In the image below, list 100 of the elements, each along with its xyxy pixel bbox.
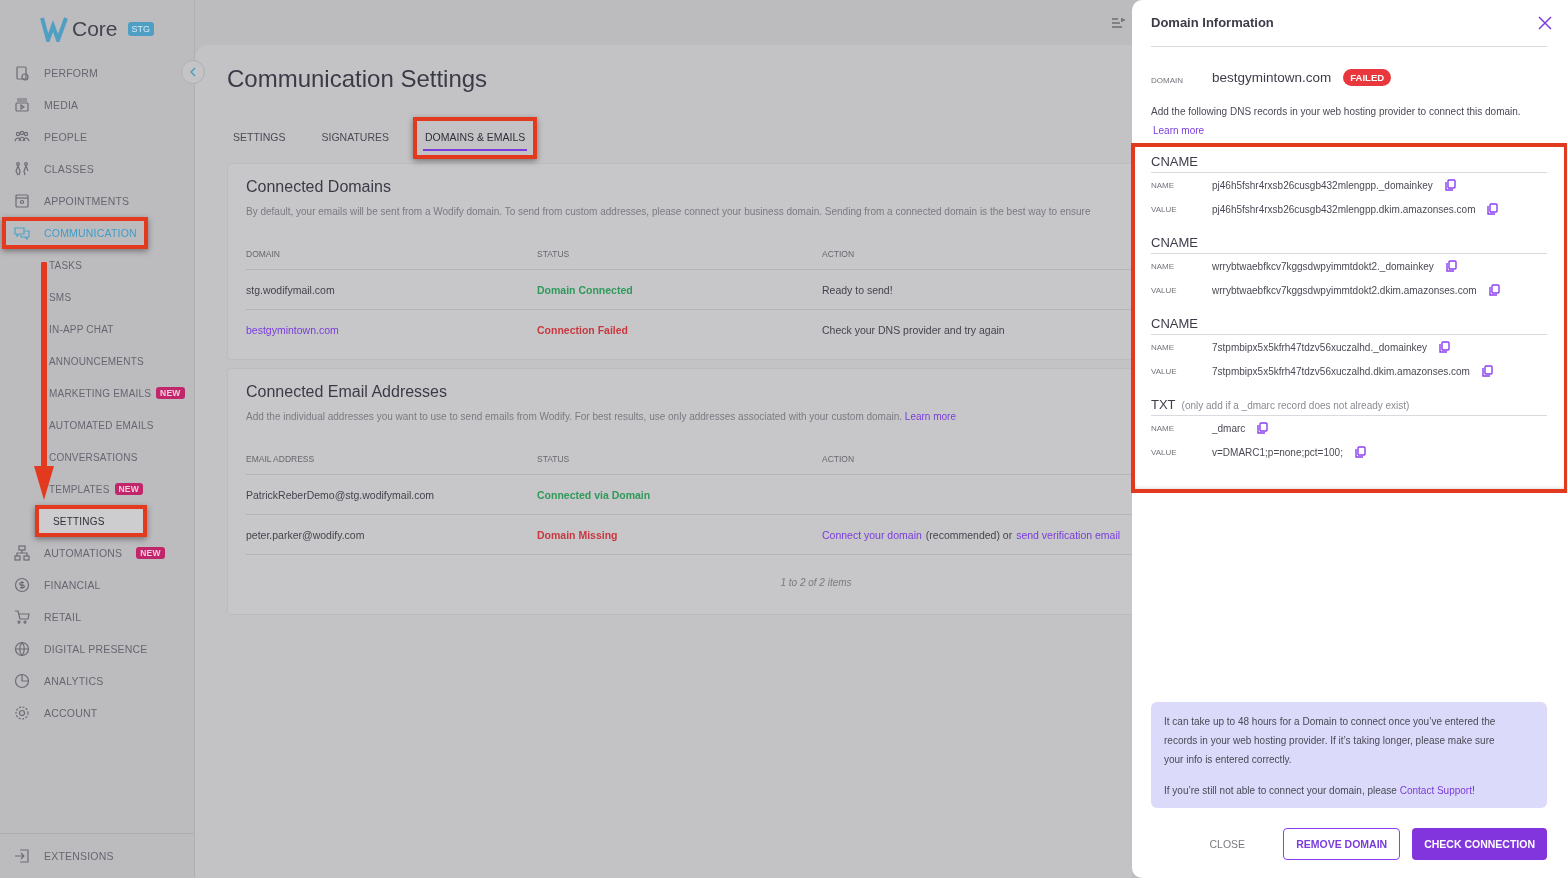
cart-icon <box>14 609 30 625</box>
record-value: 7stpmbipx5x5kfrh47tdzv56xuczalhd._domainkey <box>1212 341 1428 353</box>
table-cell-text: PatrickReberDemo@stg.wodifymail.com <box>246 488 436 501</box>
field-label: NAME <box>1151 180 1176 190</box>
nav-subitem[interactable]: SETTINGS <box>35 505 147 537</box>
tab[interactable]: SIGNATURES <box>319 125 391 151</box>
page-title: Communication Settings <box>227 65 489 93</box>
nav-item[interactable]: COMMUNICATION <box>2 217 148 249</box>
nav-item[interactable]: PEOPLE <box>2 121 148 153</box>
column-header: ACTION <box>822 454 856 464</box>
domain-link[interactable]: bestgymintown.com <box>246 323 537 336</box>
nav-subitem[interactable]: SMS <box>0 281 80 313</box>
nav-item[interactable]: FINANCIAL <box>2 569 148 601</box>
field-label: VALUE <box>1151 366 1178 376</box>
nav-item[interactable]: MEDIA <box>2 89 148 121</box>
exit-icon <box>14 848 30 864</box>
copy-icon[interactable] <box>1444 179 1456 191</box>
domain-name: bestgymintown.com <box>1212 70 1332 85</box>
info-text: If you’re still not able to connect your domain, please Contact Support! <box>1164 784 1476 798</box>
record-value: _dmarc <box>1212 422 1246 434</box>
copy-icon[interactable] <box>1257 422 1269 434</box>
status-text: Domain Connected <box>537 283 634 296</box>
logo-icon <box>40 15 68 42</box>
drawer-description: Add the following DNS records in your web hosting provider to connect this domain. <box>1151 106 1522 117</box>
nav-item[interactable]: PERFORM <box>2 57 148 89</box>
table-cell-text: stg.wodifymail.com <box>246 283 336 296</box>
learn-more-link[interactable]: Learn more <box>904 411 956 422</box>
field-label: VALUE <box>1151 285 1178 295</box>
copy-icon[interactable] <box>1488 284 1500 296</box>
learn-more-link[interactable]: Learn more <box>1153 125 1205 136</box>
nav-subitem[interactable]: TASKS <box>0 249 91 281</box>
copy-icon[interactable] <box>1445 260 1457 272</box>
card-title: Connected Email Addresses <box>246 383 448 401</box>
nav-item[interactable]: ANALYTICS <box>2 665 148 697</box>
record-type: CNAME <box>1151 316 1198 331</box>
record-value: pj46h5fshr4rxsb26cusgb432mlengpp.dkim.amazonses.com <box>1212 203 1476 215</box>
record-type: CNAME <box>1151 154 1198 169</box>
copy-icon[interactable] <box>1481 365 1493 377</box>
nav-subitem[interactable]: AUTOMATED EMAILS <box>0 409 162 441</box>
copy-icon[interactable] <box>1354 446 1366 458</box>
nav-item[interactable]: DIGITAL PRESENCE <box>2 633 158 665</box>
action-link[interactable]: send verification email <box>1016 528 1121 541</box>
tab[interactable]: SETTINGS <box>231 125 288 151</box>
column-header: STATUS <box>537 249 571 259</box>
nav-subitem[interactable]: IN-APP CHAT <box>0 313 122 345</box>
chevron-left-icon <box>189 67 197 77</box>
table-cell-text: Check your DNS provider and try again <box>822 323 1006 336</box>
field-label: NAME <box>1151 423 1176 433</box>
status-text: Connection Failed <box>537 323 629 336</box>
tab[interactable]: DOMAINS & EMAILS <box>423 125 528 151</box>
nav-item[interactable]: EXTENSIONS <box>2 840 148 872</box>
copy-icon[interactable] <box>1487 203 1499 215</box>
status-text: Connected via Domain <box>537 488 652 501</box>
record-type: CNAME <box>1151 235 1198 250</box>
close-icon[interactable] <box>1537 14 1553 31</box>
nav-item[interactable]: AUTOMATIONS NEW <box>2 537 175 569</box>
nav-item[interactable]: RETAIL <box>2 601 148 633</box>
chat-icon <box>14 225 30 241</box>
status-badge: FAILED <box>1343 69 1392 86</box>
column-header: EMAIL ADDRESS <box>246 454 316 464</box>
contact-support-link[interactable]: Contact Support <box>1399 785 1472 796</box>
nav-item[interactable]: ACCOUNT <box>2 697 148 729</box>
new-badge: NEW <box>156 387 185 399</box>
field-label: VALUE <box>1151 204 1178 214</box>
new-badge: NEW <box>114 483 143 495</box>
env-badge: STG <box>127 21 155 36</box>
nav-subitem[interactable]: MARKETING EMAILS NEW <box>0 377 193 409</box>
table-cell-text: Ready to send! <box>822 283 894 296</box>
nav-subitem[interactable]: ANNOUNCEMENTS <box>0 345 152 377</box>
info-text: It can take up to 48 hours for a Domain to connect once you’ve entered the records in your web hosting provider. If it’s taking longer, please make sure your info is entered correctly. <box>1164 715 1497 767</box>
field-label: NAME <box>1151 342 1176 352</box>
remove-domain-button[interactable]: REMOVE DOMAIN <box>1283 828 1401 860</box>
nav-subitem[interactable]: CONVERSATIONS <box>0 441 146 473</box>
field-label: NAME <box>1151 261 1176 271</box>
figures-icon <box>14 161 30 177</box>
media-icon <box>14 97 30 113</box>
calendar-icon <box>14 193 30 209</box>
record-value: v=DMARC1;p=none;pct=100; <box>1212 446 1343 458</box>
close-button[interactable]: CLOSE <box>1197 828 1258 860</box>
table-cell-text: peter.parker@wodify.com <box>246 528 366 541</box>
copy-icon[interactable] <box>1439 341 1451 353</box>
status-text: Domain Missing <box>537 528 619 541</box>
action-text: (recommended) or <box>925 528 1013 541</box>
card-description: Add the individual addresses you want to use to send emails from Wodify. For best results, use only addresses associated with your custom domain. Learn more <box>246 411 957 422</box>
record-value: pj46h5fshr4rxsb26cusgb432mlengpp._domainkey <box>1212 179 1433 191</box>
card-title: Connected Domains <box>246 178 392 196</box>
nav-item[interactable]: CLASSES <box>2 153 148 185</box>
dollar-icon <box>14 577 30 593</box>
field-label: VALUE <box>1151 447 1178 457</box>
record-value: 7stpmbipx5x5kfrh47tdzv56xuczalhd.dkim.amazonses.com <box>1212 365 1470 377</box>
logo-text: Core <box>72 16 118 41</box>
nav-item[interactable]: APPOINTMENTS <box>2 185 148 217</box>
clipboard-icon <box>14 65 30 81</box>
record-value: wrrybtwaebfkcv7kggsdwpyimmtdokt2._domainkey <box>1212 260 1434 272</box>
card-description: By default, your emails will be sent from a Wodify domain. To send from custom addresses, please connect your business domain. Sending from a connected domain is the best way to ensure <box>246 206 1092 217</box>
column-header: ACTION <box>822 249 856 259</box>
check-connection-button[interactable]: CHECK CONNECTION <box>1412 828 1547 860</box>
flow-icon <box>14 545 30 561</box>
action-link[interactable]: Connect your domain <box>822 528 922 541</box>
pagination-text: 1 to 2 of 2 items <box>779 576 853 590</box>
